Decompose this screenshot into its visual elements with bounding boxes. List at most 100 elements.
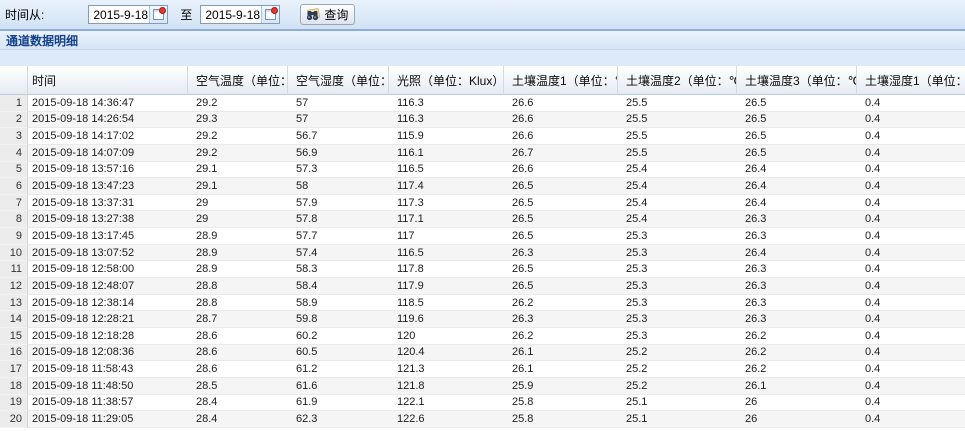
- data-cell: 26: [737, 411, 857, 428]
- data-cell: 2015-09-18 12:58:00: [28, 261, 188, 278]
- data-cell: 26: [737, 395, 857, 412]
- data-cell: 0.4: [857, 395, 965, 412]
- row-number-cell: 8: [0, 211, 28, 228]
- table-row[interactable]: 22015-09-18 14:26:5429.357116.326.625.52…: [0, 112, 965, 129]
- data-cell: 29.1: [188, 162, 288, 179]
- data-cell: 25.5: [618, 112, 737, 129]
- data-cell: 26.6: [504, 112, 618, 129]
- date-from-input[interactable]: [89, 6, 149, 23]
- row-number-cell: 5: [0, 162, 28, 179]
- data-cell: 0.4: [857, 195, 965, 212]
- data-cell: 57.7: [288, 228, 389, 245]
- data-cell: 2015-09-18 13:27:38: [28, 211, 188, 228]
- data-cell: 28.7: [188, 311, 288, 328]
- table-row[interactable]: 142015-09-18 12:28:2128.759.8119.626.325…: [0, 311, 965, 328]
- data-cell: 28.9: [188, 245, 288, 262]
- header-time[interactable]: 时间: [28, 66, 188, 95]
- table-row[interactable]: 132015-09-18 12:38:1428.858.9118.526.225…: [0, 295, 965, 312]
- data-cell: 26.5: [504, 261, 618, 278]
- row-number-cell: 17: [0, 361, 28, 378]
- data-cell: 0.4: [857, 345, 965, 362]
- header-soil-temperature-3[interactable]: 土壤温度3（单位：℃）: [737, 66, 857, 95]
- data-cell: 122.1: [389, 395, 504, 412]
- table-row[interactable]: 182015-09-18 11:48:5028.561.6121.825.925…: [0, 378, 965, 395]
- data-cell: 2015-09-18 11:29:05: [28, 411, 188, 428]
- date-from-field[interactable]: [88, 5, 168, 24]
- data-cell: 57.3: [288, 162, 389, 179]
- row-number-cell: 6: [0, 178, 28, 195]
- data-cell: 26.5: [737, 112, 857, 129]
- table-row[interactable]: 112015-09-18 12:58:0028.958.3117.826.525…: [0, 261, 965, 278]
- data-cell: 61.2: [288, 361, 389, 378]
- data-cell: 26.3: [737, 211, 857, 228]
- data-cell: 28.6: [188, 328, 288, 345]
- date-to-input[interactable]: [201, 6, 261, 23]
- table-row[interactable]: 12015-09-18 14:36:4729.257116.326.625.52…: [0, 95, 965, 112]
- data-cell: 26.2: [737, 328, 857, 345]
- table-row[interactable]: 102015-09-18 13:07:5228.957.4116.526.325…: [0, 245, 965, 262]
- data-cell: 61.9: [288, 395, 389, 412]
- header-soil-temperature-2[interactable]: 土壤温度2（单位：℃）: [618, 66, 737, 95]
- data-cell: 116.3: [389, 112, 504, 129]
- header-air-temperature[interactable]: 空气温度（单位：℃）: [188, 66, 288, 95]
- data-cell: 2015-09-18 12:18:28: [28, 328, 188, 345]
- data-cell: 29.2: [188, 128, 288, 145]
- binoculars-search-icon: [305, 7, 321, 22]
- data-cell: 57.4: [288, 245, 389, 262]
- table-row[interactable]: 162015-09-18 12:08:3628.660.5120.426.125…: [0, 345, 965, 362]
- data-cell: 25.1: [618, 411, 737, 428]
- table-row[interactable]: 52015-09-18 13:57:1629.157.3116.526.625.…: [0, 162, 965, 179]
- data-cell: 25.3: [618, 295, 737, 312]
- row-number-cell: 14: [0, 311, 28, 328]
- table-row[interactable]: 92015-09-18 13:17:4528.957.711726.525.32…: [0, 228, 965, 245]
- data-cell: 56.9: [288, 145, 389, 162]
- table-row[interactable]: 42015-09-18 14:07:0929.256.9116.126.725.…: [0, 145, 965, 162]
- date-to-field[interactable]: [200, 5, 280, 24]
- data-cell: 26.2: [504, 328, 618, 345]
- calendar-icon: [265, 9, 276, 20]
- data-cell: 26.7: [504, 145, 618, 162]
- data-cell: 25.2: [618, 361, 737, 378]
- header-soil-temperature-1[interactable]: 土壤温度1（单位：℃）: [504, 66, 618, 95]
- header-air-humidity[interactable]: 空气湿度（单位：%）: [288, 66, 389, 95]
- data-cell: 0.4: [857, 311, 965, 328]
- data-cell: 62.3: [288, 411, 389, 428]
- header-soil-humidity-1[interactable]: 土壤湿度1（单位：%）: [857, 66, 965, 95]
- data-cell: 116.5: [389, 245, 504, 262]
- data-cell: 25.4: [618, 211, 737, 228]
- header-light[interactable]: 光照（单位：Klux）: [389, 66, 504, 95]
- date-to-picker-trigger[interactable]: [261, 6, 279, 23]
- table-row[interactable]: 192015-09-18 11:38:5728.461.9122.125.825…: [0, 395, 965, 412]
- header-rownumber: [0, 66, 28, 95]
- data-cell: 120: [389, 328, 504, 345]
- query-button[interactable]: 查询: [300, 4, 355, 25]
- data-cell: 115.9: [389, 128, 504, 145]
- grid-body: 12015-09-18 14:36:4729.257116.326.625.52…: [0, 95, 965, 428]
- panel-substrip: [0, 50, 965, 66]
- table-row[interactable]: 152015-09-18 12:18:2828.660.212026.225.3…: [0, 328, 965, 345]
- data-cell: 26.4: [737, 245, 857, 262]
- data-cell: 26.1: [504, 361, 618, 378]
- data-cell: 0.4: [857, 411, 965, 428]
- data-cell: 28.4: [188, 395, 288, 412]
- table-row[interactable]: 32015-09-18 14:17:0229.256.7115.926.625.…: [0, 128, 965, 145]
- data-cell: 116.1: [389, 145, 504, 162]
- data-cell: 2015-09-18 13:07:52: [28, 245, 188, 262]
- data-cell: 56.7: [288, 128, 389, 145]
- data-cell: 0.4: [857, 95, 965, 112]
- date-from-picker-trigger[interactable]: [149, 6, 167, 23]
- table-row[interactable]: 122015-09-18 12:48:0728.858.4117.926.525…: [0, 278, 965, 295]
- data-cell: 26.5: [504, 228, 618, 245]
- table-row[interactable]: 172015-09-18 11:58:4328.661.2121.326.125…: [0, 361, 965, 378]
- row-number-cell: 19: [0, 395, 28, 412]
- grid-header-row: 时间 空气温度（单位：℃） 空气湿度（单位：%） 光照（单位：Klux） 土壤温…: [0, 66, 965, 95]
- table-row[interactable]: 82015-09-18 13:27:382957.8117.126.525.42…: [0, 211, 965, 228]
- row-number-cell: 12: [0, 278, 28, 295]
- table-row[interactable]: 62015-09-18 13:47:2329.158117.426.525.42…: [0, 178, 965, 195]
- table-row[interactable]: 72015-09-18 13:37:312957.9117.326.525.42…: [0, 195, 965, 212]
- data-cell: 28.4: [188, 411, 288, 428]
- filter-toolbar: 时间从: 至 查询: [0, 0, 965, 31]
- data-cell: 57: [288, 95, 389, 112]
- data-cell: 117.9: [389, 278, 504, 295]
- table-row[interactable]: 202015-09-18 11:29:0528.462.3122.625.825…: [0, 411, 965, 428]
